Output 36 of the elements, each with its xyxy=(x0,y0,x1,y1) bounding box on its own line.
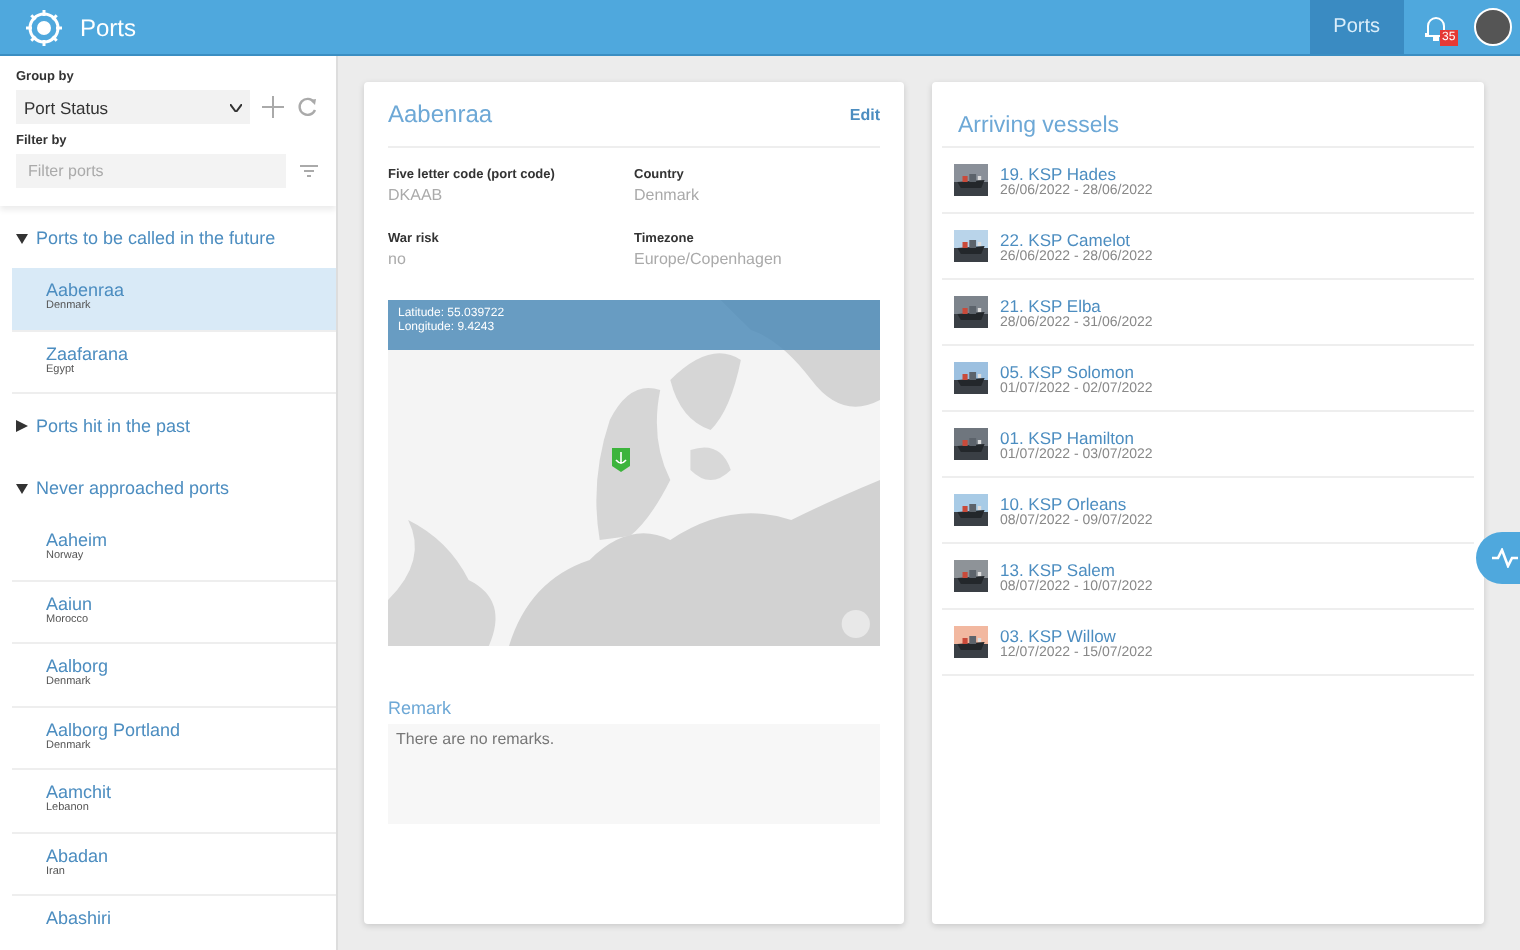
port-title: Aabenraa xyxy=(388,100,493,128)
nav-tab[interactable]: Ports xyxy=(1309,0,1404,54)
remark-box: There are no remarks. xyxy=(388,724,880,824)
remark-label: Remark xyxy=(388,698,454,718)
field-value: Europe/Copenhagen xyxy=(634,250,784,268)
activity-button[interactable] xyxy=(1476,532,1520,584)
field-value: Denmark xyxy=(634,186,701,204)
pulse-icon xyxy=(1491,548,1517,568)
ship-wheel-icon xyxy=(24,7,64,47)
triangle-right-icon xyxy=(16,420,28,432)
field-value: no xyxy=(388,250,408,268)
vessel-name[interactable]: 10. KSP Orleans xyxy=(1000,493,1153,513)
vessel-name[interactable]: 13. KSP Salem xyxy=(1000,559,1153,579)
vessel-name[interactable]: 05. KSP Solomon xyxy=(1000,361,1153,381)
vessel-name[interactable]: 21. KSP Elba xyxy=(1000,295,1153,315)
vessel-name[interactable]: 22. KSP Camelot xyxy=(1000,229,1153,249)
group-by-select[interactable]: Port Status xyxy=(16,90,250,124)
field-value: DKAAB xyxy=(388,186,445,204)
vessel-name[interactable]: 01. KSP Hamilton xyxy=(1000,427,1153,447)
triangle-down-icon xyxy=(16,232,28,244)
group-header[interactable]: Ports to be called in the future xyxy=(0,208,336,268)
filter-field[interactable]: Filter ports xyxy=(16,154,286,188)
avatar[interactable] xyxy=(1474,8,1512,46)
vessel-name[interactable]: 03. KSP Willow xyxy=(1000,625,1153,645)
caret-icon xyxy=(230,103,242,111)
group-header[interactable]: Never approached ports xyxy=(0,458,336,518)
triangle-down-icon xyxy=(16,482,28,494)
group-header[interactable]: Ports hit in the past xyxy=(0,396,336,456)
port-list-item[interactable]: Abashiri xyxy=(12,896,336,950)
vessel-name[interactable]: 19. KSP Hades xyxy=(1000,163,1153,183)
edit-button[interactable]: Edit xyxy=(849,105,880,123)
vessels-title: Arriving vessels xyxy=(942,82,1474,148)
filter-icon[interactable] xyxy=(298,160,320,182)
refresh-icon[interactable] xyxy=(296,96,318,118)
app-title: Ports xyxy=(80,13,139,41)
add-icon[interactable] xyxy=(262,96,284,118)
